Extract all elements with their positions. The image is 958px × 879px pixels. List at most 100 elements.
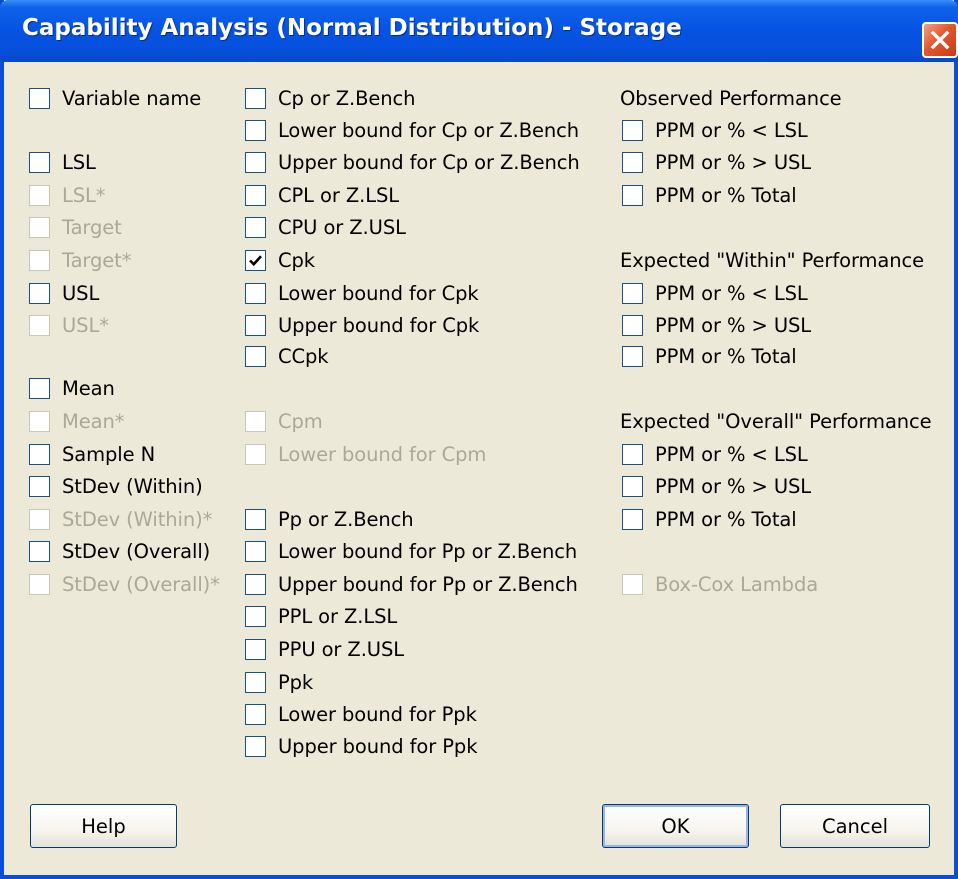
checkbox-box[interactable] [245, 638, 266, 660]
checkbox-cpk[interactable]: Cpk [245, 247, 315, 273]
checkbox-usl[interactable]: USL [29, 280, 99, 306]
checkbox-box[interactable] [29, 475, 50, 497]
checkbox-observed-total[interactable]: PPM or % Total [622, 182, 797, 208]
within-performance-heading: Expected "Within" Performance [620, 248, 925, 272]
checkbox-stdev-overall[interactable]: StDev (Overall) [29, 538, 210, 564]
checkbox-observed-gt-usl[interactable]: PPM or % > USL [622, 149, 811, 175]
checkbox-label: Target [62, 215, 122, 239]
checkbox-box[interactable] [245, 508, 266, 530]
checkbox-label: Mean [62, 376, 115, 400]
checkbox-within-total[interactable]: PPM or % Total [622, 343, 797, 369]
cancel-button[interactable]: Cancel [780, 804, 930, 848]
checkbox-target: Target [29, 214, 122, 240]
checkbox-upper-cpk[interactable]: Upper bound for Cpk [245, 312, 479, 338]
checkbox-box[interactable] [622, 508, 643, 530]
checkbox-cpu-zusl[interactable]: CPU or Z.USL [245, 214, 406, 240]
checkbox-mean[interactable]: Mean [29, 375, 115, 401]
checkbox-label: USL* [62, 313, 109, 337]
checkbox-box [29, 508, 50, 530]
checkbox-ppk[interactable]: Ppk [245, 669, 313, 695]
checkbox-box[interactable] [245, 87, 266, 109]
close-button[interactable] [922, 22, 958, 58]
checkbox-box[interactable] [29, 282, 50, 304]
checkbox-variable-name[interactable]: Variable name [29, 85, 201, 111]
checkbox-box[interactable] [245, 703, 266, 725]
checkbox-label: Lower bound for Cpk [278, 281, 479, 305]
checkbox-cp-zbench[interactable]: Cp or Z.Bench [245, 85, 416, 111]
checkbox-overall-lt-lsl[interactable]: PPM or % < LSL [622, 441, 808, 467]
checkbox-label: PPM or % Total [655, 507, 797, 531]
checkbox-box [29, 249, 50, 271]
checkbox-box[interactable] [245, 345, 266, 367]
checkbox-upper-pp-zbench[interactable]: Upper bound for Pp or Z.Bench [245, 571, 578, 597]
checkbox-ppu-zusl[interactable]: PPU or Z.USL [245, 636, 404, 662]
checkbox-within-gt-usl[interactable]: PPM or % > USL [622, 312, 811, 338]
checkbox-lower-pp-zbench[interactable]: Lower bound for Pp or Z.Bench [245, 538, 577, 564]
checkbox-box[interactable] [622, 345, 643, 367]
checkbox-lower-cpk[interactable]: Lower bound for Cpk [245, 280, 479, 306]
ok-button[interactable]: OK [602, 804, 749, 848]
checkbox-box[interactable] [29, 540, 50, 562]
checkbox-box[interactable] [622, 314, 643, 336]
checkbox-within-lt-lsl[interactable]: PPM or % < LSL [622, 280, 808, 306]
checkbox-label: PPM or % > USL [655, 150, 812, 174]
checkbox-box[interactable] [245, 314, 266, 336]
help-button[interactable]: Help [30, 804, 177, 848]
checkbox-label: PPM or % < LSL [655, 281, 808, 305]
checkbox-lsl-star: LSL* [29, 182, 106, 208]
checkbox-box[interactable] [245, 184, 266, 206]
checkbox-cpl-zlsl[interactable]: CPL or Z.LSL [245, 182, 399, 208]
checkbox-observed-lt-lsl[interactable]: PPM or % < LSL [622, 117, 808, 143]
checkbox-label: PPM or % < LSL [655, 118, 808, 142]
checkbox-label: Upper bound for Ppk [278, 734, 478, 758]
checkbox-box[interactable] [622, 119, 643, 141]
checkbox-stdev-within[interactable]: StDev (Within) [29, 473, 203, 499]
checkbox-box[interactable] [245, 216, 266, 238]
title-bar[interactable]: Capability Analysis (Normal Distribution… [0, 0, 958, 62]
checkbox-box[interactable] [622, 443, 643, 465]
checkbox-box[interactable] [622, 151, 643, 173]
checkbox-box [29, 573, 50, 595]
checkbox-lsl[interactable]: LSL [29, 149, 96, 175]
checkbox-box[interactable] [245, 249, 266, 271]
checkbox-box[interactable] [622, 282, 643, 304]
checkbox-sample-n[interactable]: Sample N [29, 441, 155, 467]
checkbox-label: Upper bound for Cpk [278, 313, 480, 337]
checkbox-label: PPL or Z.LSL [278, 604, 398, 628]
checkbox-lower-ppk[interactable]: Lower bound for Ppk [245, 701, 477, 727]
checkbox-box[interactable] [245, 119, 266, 141]
checkbox-stdev-within-star: StDev (Within)* [29, 506, 212, 532]
checkbox-box[interactable] [245, 605, 266, 627]
checkbox-label: PPU or Z.USL [278, 637, 405, 661]
checkbox-box[interactable] [29, 443, 50, 465]
checkbox-overall-total[interactable]: PPM or % Total [622, 506, 797, 532]
checkbox-box [29, 216, 50, 238]
checkbox-upper-ppk[interactable]: Upper bound for Ppk [245, 733, 477, 759]
checkbox-box[interactable] [245, 282, 266, 304]
checkbox-label: Mean* [62, 409, 125, 433]
checkbox-box[interactable] [245, 540, 266, 562]
checkbox-label: CPU or Z.USL [278, 215, 406, 239]
checkbox-box[interactable] [622, 475, 643, 497]
checkbox-ccpk[interactable]: CCpk [245, 343, 329, 369]
checkbox-box[interactable] [29, 87, 50, 109]
checkbox-box[interactable] [622, 184, 643, 206]
checkbox-label: LSL [62, 150, 96, 174]
checkbox-mean-star: Mean* [29, 408, 124, 434]
checkbox-cpm: Cpm [245, 408, 323, 434]
checkbox-box[interactable] [245, 573, 266, 595]
close-x-icon [930, 30, 950, 50]
checkbox-box[interactable] [245, 735, 266, 757]
checkbox-box[interactable] [29, 377, 50, 399]
checkbox-pp-zbench[interactable]: Pp or Z.Bench [245, 506, 414, 532]
checkbox-label: Upper bound for Cp or Z.Bench [278, 150, 580, 174]
checkbox-label: Pp or Z.Bench [278, 507, 414, 531]
checkbox-overall-gt-usl[interactable]: PPM or % > USL [622, 473, 811, 499]
checkbox-box[interactable] [245, 151, 266, 173]
checkbox-box[interactable] [29, 151, 50, 173]
checkbox-lower-cp-zbench[interactable]: Lower bound for Cp or Z.Bench [245, 117, 579, 143]
checkbox-ppl-zlsl[interactable]: PPL or Z.LSL [245, 603, 397, 629]
checkbox-upper-cp-zbench[interactable]: Upper bound for Cp or Z.Bench [245, 149, 580, 175]
checkbox-box[interactable] [245, 671, 266, 693]
checkbox-label: Lower bound for Pp or Z.Bench [278, 539, 578, 563]
